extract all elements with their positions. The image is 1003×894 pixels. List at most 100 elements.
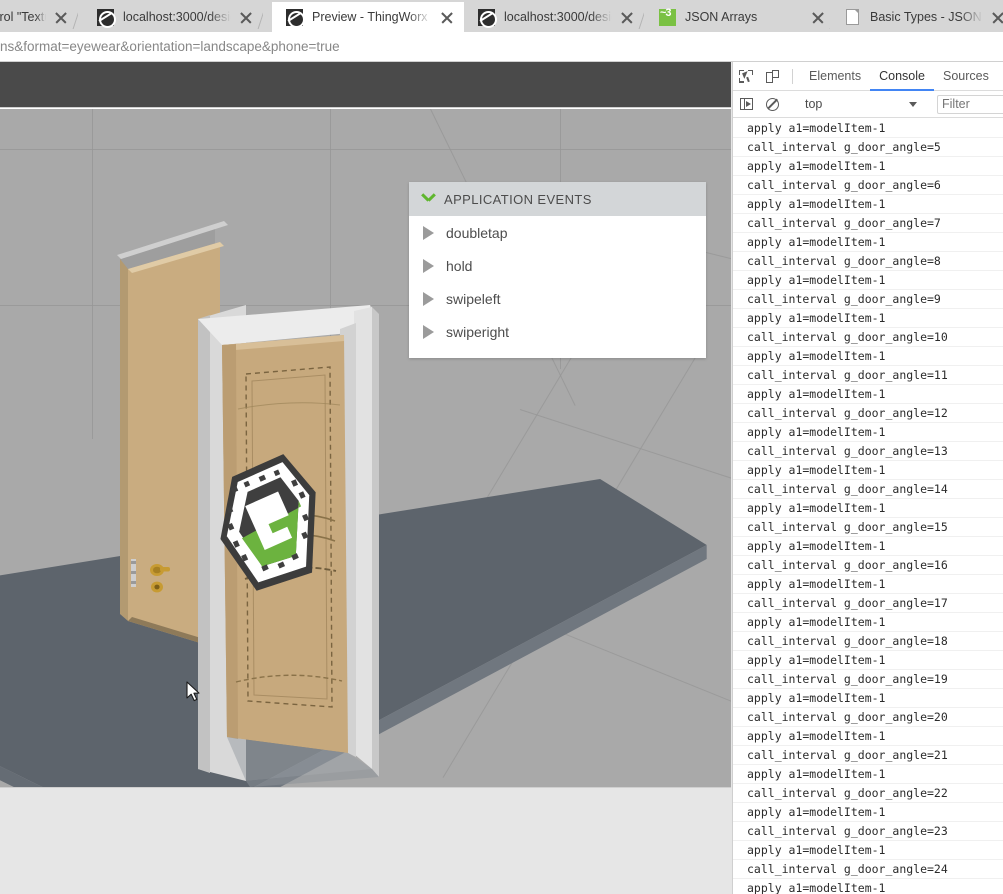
- devtools-panel: ElementsConsoleSources top apply a1=mode…: [732, 62, 1003, 894]
- chevron-down-icon[interactable]: [909, 102, 917, 107]
- browser-tab[interactable]: Preview - ThingWorx St: [272, 2, 464, 32]
- console-context-select[interactable]: top: [799, 94, 923, 114]
- console-log-line: apply a1=modelItem-1: [733, 195, 1003, 214]
- console-log-line: apply a1=modelItem-1: [733, 803, 1003, 822]
- application-event-row[interactable]: hold: [409, 249, 706, 282]
- chevron-down-icon[interactable]: [422, 193, 435, 206]
- close-icon[interactable]: [616, 6, 638, 28]
- address-bar[interactable]: ns&format=eyewear&orientation=landscape&…: [0, 32, 1003, 62]
- console-log-line: apply a1=modelItem-1: [733, 309, 1003, 328]
- close-icon[interactable]: [436, 6, 458, 28]
- console-log-line: apply a1=modelItem-1: [733, 499, 1003, 518]
- device-toolbar-button[interactable]: [759, 63, 785, 90]
- console-log-line: apply a1=modelItem-1: [733, 271, 1003, 290]
- browser-tab-title: JSON Arrays: [685, 10, 803, 24]
- address-bar-text: ns&format=eyewear&orientation=landscape&…: [0, 39, 340, 54]
- devtools-topbar: ElementsConsoleSources: [733, 62, 1003, 91]
- console-log-line: call_interval g_door_angle=5: [733, 138, 1003, 157]
- device-toolbar-icon: [766, 70, 779, 83]
- application-event-label: swipeleft: [446, 291, 500, 307]
- tab-favicon: [97, 9, 114, 26]
- tab-separator: [73, 8, 78, 29]
- console-log-line: call_interval g_door_angle=21: [733, 746, 1003, 765]
- browser-tab[interactable]: JSON Arrays: [645, 2, 835, 32]
- application-events-header[interactable]: APPLICATION EVENTS: [409, 182, 706, 216]
- close-icon[interactable]: [807, 6, 829, 28]
- application-event-label: doubletap: [446, 225, 508, 241]
- console-log-line: call_interval g_door_angle=10: [733, 328, 1003, 347]
- thingworx-favicon-icon: [478, 9, 495, 26]
- browser-tab[interactable]: trol "Texture: [0, 2, 78, 32]
- browser-tab-title: trol "Texture: [0, 10, 46, 24]
- console-log-line: apply a1=modelItem-1: [733, 423, 1003, 442]
- preview-pane: APPLICATION EVENTS doubletap hold swipelef…: [0, 62, 731, 787]
- console-log-line: apply a1=modelItem-1: [733, 233, 1003, 252]
- console-log-line: apply a1=modelItem-1: [733, 347, 1003, 366]
- tab-favicon: [286, 9, 303, 26]
- application-event-row[interactable]: swiperight: [409, 315, 706, 348]
- console-log-line: call_interval g_door_angle=23: [733, 822, 1003, 841]
- tab-favicon: [844, 9, 861, 26]
- console-log-line: apply a1=modelItem-1: [733, 119, 1003, 138]
- devtools-tabs: ElementsConsoleSources: [800, 62, 998, 91]
- page-body: APPLICATION EVENTS doubletap hold swipelef…: [0, 62, 1003, 894]
- console-log-line: apply a1=modelItem-1: [733, 841, 1003, 860]
- devtools-tab-elements[interactable]: Elements: [800, 62, 870, 91]
- browser-tabstrip: trol "Texture localhost:3000/design/c Prev…: [0, 0, 1003, 32]
- console-toolbar: top: [733, 91, 1003, 118]
- application-event-row[interactable]: swipeleft: [409, 282, 706, 315]
- inspect-element-button[interactable]: [733, 63, 759, 90]
- console-log-line: call_interval g_door_angle=13: [733, 442, 1003, 461]
- console-log-line: apply a1=modelItem-1: [733, 575, 1003, 594]
- tab-favicon: [478, 9, 495, 26]
- console-filter-input[interactable]: [937, 95, 1003, 114]
- console-log-line: call_interval g_door_angle=15: [733, 518, 1003, 537]
- devtools-tab-sources[interactable]: Sources: [934, 62, 998, 91]
- play-icon[interactable]: [423, 325, 434, 339]
- application-events-panel[interactable]: APPLICATION EVENTS doubletap hold swipelef…: [409, 182, 706, 358]
- console-log-list[interactable]: apply a1=modelItem-1call_interval g_door…: [733, 119, 1003, 894]
- play-icon[interactable]: [423, 259, 434, 273]
- console-log-line: call_interval g_door_angle=8: [733, 252, 1003, 271]
- toolbar-divider: [792, 69, 793, 84]
- console-log-line: apply a1=modelItem-1: [733, 385, 1003, 404]
- console-log-line: apply a1=modelItem-1: [733, 613, 1003, 632]
- console-log-line: call_interval g_door_angle=17: [733, 594, 1003, 613]
- devtools-tab-console[interactable]: Console: [870, 62, 934, 91]
- console-log-line: apply a1=modelItem-1: [733, 689, 1003, 708]
- console-log-line: apply a1=modelItem-1: [733, 157, 1003, 176]
- browser-tab-title: localhost:3000/design/c: [123, 10, 231, 24]
- browser-tab[interactable]: Basic Types - JSON Sch: [830, 2, 1003, 32]
- browser-tab-title: localhost:3000/design/t: [504, 10, 612, 24]
- browser-tab[interactable]: localhost:3000/design/c: [83, 2, 263, 32]
- play-icon[interactable]: [423, 226, 434, 240]
- browser-chrome: trol "Texture localhost:3000/design/c Prev…: [0, 0, 1003, 62]
- application-events-title: APPLICATION EVENTS: [444, 192, 592, 207]
- browser-tab-title: Preview - ThingWorx St: [312, 10, 432, 24]
- console-log-line: apply a1=modelItem-1: [733, 537, 1003, 556]
- clear-console-icon: [766, 98, 779, 111]
- clear-console-button[interactable]: [759, 91, 785, 118]
- application-event-label: hold: [446, 258, 472, 274]
- browser-tab-title: Basic Types - JSON Sch: [870, 10, 983, 24]
- application-event-row[interactable]: doubletap: [409, 216, 706, 249]
- console-log-line: call_interval g_door_angle=9: [733, 290, 1003, 309]
- inspect-element-icon: [739, 70, 753, 83]
- application-event-label: swiperight: [446, 324, 509, 340]
- close-icon[interactable]: [987, 6, 1003, 28]
- thingworx-favicon-icon: [97, 9, 114, 26]
- console-log-line: apply a1=modelItem-1: [733, 651, 1003, 670]
- preview-toolbar: [0, 62, 731, 108]
- console-log-line: apply a1=modelItem-1: [733, 765, 1003, 784]
- console-context-label: top: [805, 97, 909, 111]
- play-icon[interactable]: [423, 292, 434, 306]
- browser-tab[interactable]: localhost:3000/design/t: [464, 2, 644, 32]
- close-icon[interactable]: [235, 6, 257, 28]
- ar-scene-viewport[interactable]: APPLICATION EVENTS doubletap hold swipelef…: [0, 109, 731, 787]
- console-log-line: apply a1=modelItem-1: [733, 727, 1003, 746]
- close-icon[interactable]: [50, 6, 72, 28]
- console-log-line: call_interval g_door_angle=7: [733, 214, 1003, 233]
- console-log-line: call_interval g_door_angle=14: [733, 480, 1003, 499]
- console-sidebar-button[interactable]: [733, 91, 759, 118]
- console-log-line: call_interval g_door_angle=22: [733, 784, 1003, 803]
